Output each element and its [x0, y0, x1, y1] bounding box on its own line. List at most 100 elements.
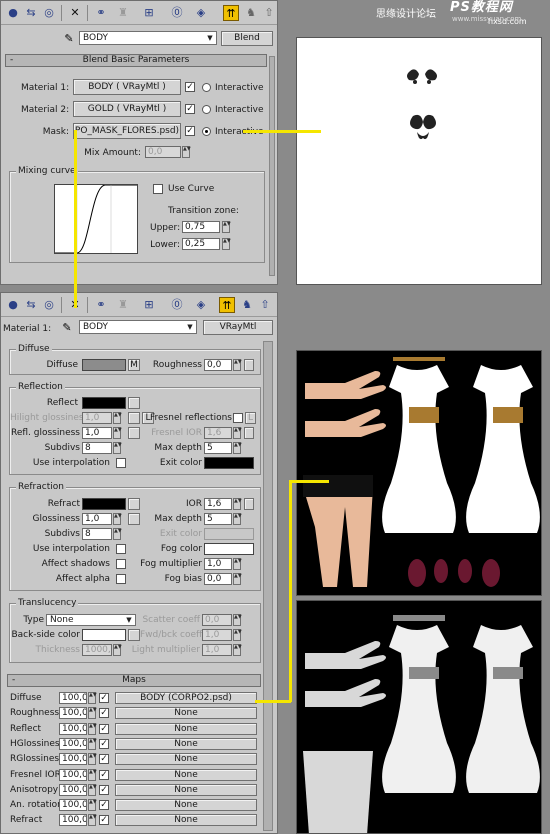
light-multiplier-input[interactable]: 1,0	[202, 644, 232, 656]
show-in-viewport-icon[interactable]: ⓪	[169, 5, 185, 21]
go-to-parent-icon[interactable]: ⇈	[219, 297, 235, 313]
map-amount-spinner[interactable]: ▲▼	[88, 799, 97, 812]
fresnel-ior-spinner[interactable]: ▲▼	[233, 427, 242, 439]
refr-use-interpolation-checkbox[interactable]	[116, 544, 126, 554]
map-amount-input[interactable]: 100,0	[59, 707, 87, 720]
refl-glossiness-spinner[interactable]: ▲▼	[113, 427, 122, 439]
fog-bias-input[interactable]: 0,0	[204, 573, 232, 585]
roughness-map-button[interactable]	[244, 359, 254, 371]
maps-rollout-header[interactable]: - Maps	[7, 674, 261, 687]
map-slot-button[interactable]: BODY (CORPO2.psd)	[115, 692, 257, 704]
map-enable-checkbox[interactable]: ✓	[99, 693, 109, 703]
material-id-icon[interactable]: ⊞	[141, 297, 157, 313]
map-enable-checkbox[interactable]: ✓	[99, 708, 109, 719]
sphere-icon[interactable]: ●	[5, 297, 21, 313]
fresnel-ior-input[interactable]: 1,6	[204, 427, 232, 439]
max-depth-spinner[interactable]: ▲▼	[233, 442, 242, 454]
map-amount-input[interactable]: 100,0	[59, 692, 87, 704]
make-unique-icon[interactable]: ⚭	[93, 5, 109, 21]
subdivs-input[interactable]: 8	[82, 442, 112, 454]
refr-max-depth-input[interactable]: 5	[204, 513, 232, 525]
eyedropper-icon[interactable]: ✎	[59, 320, 75, 336]
map-enable-checkbox[interactable]: ✓	[99, 754, 109, 765]
put-to-library-icon[interactable]: ♜	[115, 5, 131, 21]
roughness-spinner[interactable]: ▲▼	[233, 359, 242, 371]
map-amount-input[interactable]: 100,0	[59, 814, 87, 827]
material2-button[interactable]: GOLD ( VRayMtl )	[73, 101, 181, 117]
map-enable-checkbox[interactable]: ✓	[99, 800, 109, 811]
refract-color-swatch[interactable]	[82, 498, 126, 510]
map-amount-spinner[interactable]: ▲▼	[88, 814, 97, 827]
fresnel-reflections-checkbox[interactable]	[233, 413, 243, 423]
mask-checkbox[interactable]: ✓	[185, 126, 195, 136]
fresnel-lock-button[interactable]: L	[245, 412, 256, 424]
material-name-dropdown[interactable]: BODY ▼	[79, 31, 217, 45]
material2-checkbox[interactable]: ✓	[185, 104, 195, 114]
show-in-viewport-icon[interactable]: ⓪	[169, 297, 185, 313]
ior-spinner[interactable]: ▲▼	[233, 498, 242, 510]
put-to-scene-icon[interactable]: ⇆	[23, 5, 39, 21]
scrollbar[interactable]	[269, 56, 275, 276]
pick-material-icon[interactable]: ⇧	[257, 297, 273, 313]
mix-amount-input[interactable]: 0,0	[145, 146, 181, 158]
map-amount-input[interactable]: 100,0	[59, 737, 87, 750]
use-interpolation-checkbox[interactable]	[116, 458, 126, 468]
assign-material-icon[interactable]: ◎	[41, 5, 57, 21]
material1-interactive-radio[interactable]	[202, 83, 211, 92]
refr-exit-color-swatch[interactable]	[204, 528, 254, 540]
material1-button[interactable]: BODY ( VRayMtl )	[73, 79, 181, 95]
map-amount-input[interactable]: 100,0	[59, 722, 87, 735]
refr-max-depth-spinner[interactable]: ▲▼	[233, 513, 242, 525]
reflect-color-swatch[interactable]	[82, 397, 126, 409]
map-slot-button[interactable]: None	[115, 737, 257, 750]
thickness-input[interactable]: 1000,0	[82, 644, 112, 656]
affect-alpha-checkbox[interactable]	[116, 574, 126, 584]
material-type-button[interactable]: Blend	[221, 31, 273, 46]
roughness-input[interactable]: 0,0	[204, 359, 232, 371]
fog-bias-spinner[interactable]: ▲▼	[233, 573, 242, 585]
scatter-coeff-spinner[interactable]: ▲▼	[233, 614, 242, 626]
go-forward-icon[interactable]: ♞	[239, 297, 255, 313]
material1-checkbox[interactable]: ✓	[185, 82, 195, 92]
map-amount-spinner[interactable]: ▲▼	[88, 783, 97, 796]
exit-color-swatch[interactable]	[204, 457, 254, 469]
put-to-library-icon[interactable]: ♜	[115, 297, 131, 313]
go-forward-icon[interactable]: ♞	[243, 5, 259, 21]
material-id-icon[interactable]: ⊞	[141, 5, 157, 21]
map-slot-button[interactable]: None	[115, 722, 257, 735]
ior-input[interactable]: 1,6	[204, 498, 232, 510]
map-amount-input[interactable]: 100,0	[59, 783, 87, 796]
mask-interactive-radio[interactable]	[202, 127, 211, 136]
map-amount-spinner[interactable]: ▲▼	[88, 692, 97, 704]
thickness-spinner[interactable]: ▲▼	[113, 644, 122, 656]
fresnel-ior-map-button[interactable]	[244, 427, 254, 439]
reflect-map-button[interactable]	[128, 397, 140, 409]
map-slot-button[interactable]: None	[115, 783, 257, 796]
refr-subdivs-input[interactable]: 8	[82, 528, 112, 540]
map-enable-checkbox[interactable]: ✓	[99, 784, 109, 795]
map-slot-button[interactable]: None	[115, 707, 257, 720]
map-amount-spinner[interactable]: ▲▼	[88, 768, 97, 781]
fog-multiplier-input[interactable]: 1,0	[204, 558, 232, 570]
fog-multiplier-spinner[interactable]: ▲▼	[233, 558, 242, 570]
subdivs-spinner[interactable]: ▲▼	[113, 442, 122, 454]
material2-interactive-radio[interactable]	[202, 105, 211, 114]
hilight-glossiness-input[interactable]: 1,0	[82, 412, 112, 424]
light-multiplier-spinner[interactable]: ▲▼	[233, 644, 242, 656]
go-to-parent-icon[interactable]: ⇈	[223, 5, 239, 21]
map-amount-input[interactable]: 100,0	[59, 753, 87, 766]
map-slot-button[interactable]: None	[115, 768, 257, 781]
lower-spinner[interactable]: ▲▼	[222, 238, 231, 250]
map-slot-button[interactable]: None	[115, 799, 257, 812]
map-slot-button[interactable]: None	[115, 814, 257, 827]
pick-material-icon[interactable]: ⇧	[261, 5, 277, 21]
refl-glossiness-map-button[interactable]	[128, 427, 140, 439]
map-enable-checkbox[interactable]: ✓	[99, 723, 109, 734]
diffuse-color-swatch[interactable]	[82, 359, 126, 371]
max-depth-input[interactable]: 5	[204, 442, 232, 454]
show-end-result-icon[interactable]: ◈	[193, 297, 209, 313]
refr-subdivs-spinner[interactable]: ▲▼	[113, 528, 122, 540]
glossiness-map-button[interactable]	[128, 513, 140, 525]
show-end-result-icon[interactable]: ◈	[193, 5, 209, 21]
map-enable-checkbox[interactable]: ✓	[99, 815, 109, 826]
